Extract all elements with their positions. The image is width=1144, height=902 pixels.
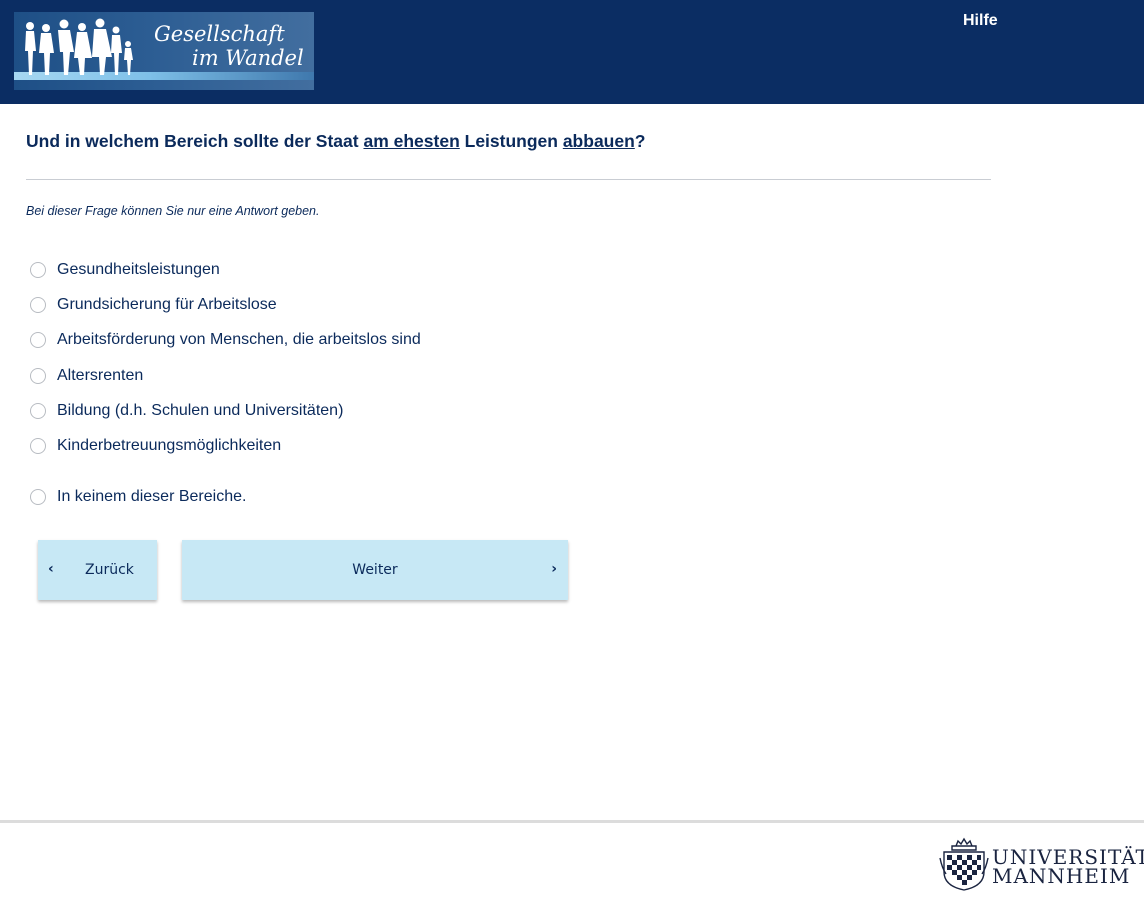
logo-wordmark: Gesellschaft im Wandel [154,22,304,70]
option-label: Arbeitsförderung von Menschen, die arbei… [57,331,421,348]
answer-option-keinem-bereich[interactable]: In keinem dieser Bereiche. [30,485,246,509]
chevron-right-icon: › [551,561,557,577]
radio-button[interactable] [30,368,46,384]
answer-option-bildung[interactable]: Bildung (d.h. Schulen und Universitäten) [30,399,343,423]
answer-option-altersrenten[interactable]: Altersrenten [30,364,143,388]
help-link[interactable]: Hilfe [963,12,998,30]
chevron-left-icon: ‹ [48,561,54,577]
university-name: UNIVERSITÄT MANNHEIM [992,847,1144,888]
radio-button[interactable] [30,403,46,419]
question-text-3: ? [634,131,646,151]
answer-option-kinderbetreuung[interactable]: Kinderbetreuungsmöglichkeiten [30,434,281,458]
university-crest-icon [939,837,989,891]
option-label: Kinderbetreuungsmöglichkeiten [57,437,282,454]
option-label: In keinem dieser Bereiche. [57,488,247,505]
footer-divider [0,820,1144,823]
university-name-line-2: MANNHEIM [992,864,1131,888]
gesellschaft-im-wandel-logo: Gesellschaft im Wandel [14,12,314,90]
answer-option-gesundheitsleistungen[interactable]: Gesundheitsleistungen [30,258,220,282]
radio-button[interactable] [30,438,46,454]
back-button[interactable]: ‹ Zurück [38,540,157,600]
option-label: Altersrenten [57,367,144,384]
option-label: Gesundheitsleistungen [57,261,220,278]
logo-line-2: im Wandel [192,46,304,70]
people-silhouette-icon [25,18,133,75]
question-text-2: Leistungen [459,131,563,151]
question-title: Und in welchem Bereich sollte der Staat … [26,131,646,152]
radio-button[interactable] [30,262,46,278]
answer-instruction: Bei dieser Frage können Sie nur eine Ant… [26,204,320,218]
answer-option-grundsicherung[interactable]: Grundsicherung für Arbeitslose [30,293,277,317]
question-text-1: Und in welchem Bereich sollte der Staat [26,131,364,151]
back-button-label: Zurück [85,562,134,578]
radio-button[interactable] [30,297,46,313]
logo-line-1: Gesellschaft [154,22,285,46]
divider [26,179,991,180]
page-header: Gesellschaft im Wandel Hilfe [0,0,1144,104]
question-emphasis-1: am ehesten [363,131,460,151]
radio-button[interactable] [30,489,46,505]
answer-option-arbeitsfoerderung[interactable]: Arbeitsförderung von Menschen, die arbei… [30,328,421,352]
universitaet-mannheim-logo: UNIVERSITÄT MANNHEIM [938,836,1144,894]
next-button[interactable]: Weiter › [182,540,568,600]
option-label: Grundsicherung für Arbeitslose [57,296,277,313]
question-emphasis-2: abbauen [562,131,635,151]
radio-button[interactable] [30,332,46,348]
option-label: Bildung (d.h. Schulen und Universitäten) [57,402,344,419]
next-button-label: Weiter [352,562,398,578]
